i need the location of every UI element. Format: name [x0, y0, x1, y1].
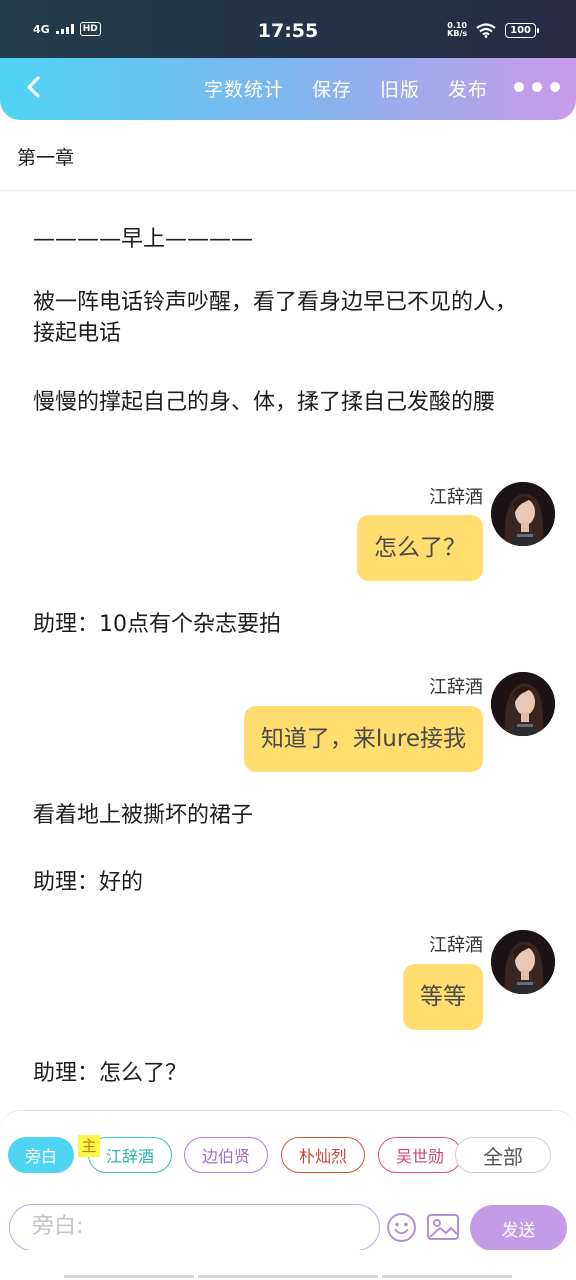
narration-text[interactable]: 看着地上被撕坏的裙子 [33, 800, 533, 831]
role-chip-bian-boxian[interactable]: 边伯贤 [184, 1137, 268, 1173]
net-speed: 0.10 KB/s [447, 22, 467, 38]
dialogue-bubble[interactable]: 知道了，来lure接我 [243, 706, 483, 772]
nav-bar: 字数统计 保存 旧版 发布 [0, 58, 576, 120]
speaker-name: 江辞酒 [429, 935, 483, 956]
dialogue-bubble[interactable]: 怎么了？ [357, 515, 483, 581]
main-role-tag: 主 [78, 1135, 100, 1157]
role-chip-jiang-cijiu[interactable]: 江辞酒 [88, 1137, 172, 1173]
chapter-title[interactable]: 第一章 [17, 143, 74, 170]
role-chip-pu-canlie[interactable]: 朴灿烈 [281, 1137, 365, 1173]
more-icon[interactable] [514, 82, 560, 92]
gesture-line [382, 1275, 512, 1278]
save-button[interactable]: 保存 [312, 75, 352, 102]
dialogue-bubble[interactable]: 等等 [403, 964, 483, 1030]
publish-button[interactable]: 发布 [448, 75, 488, 102]
word-count-button[interactable]: 字数统计 [204, 75, 284, 102]
avatar[interactable] [491, 930, 555, 994]
back-button[interactable] [18, 72, 48, 102]
nav-actions: 字数统计 保存 旧版 发布 [204, 75, 488, 102]
gesture-bar [0, 1250, 576, 1280]
emoji-icon[interactable] [386, 1212, 417, 1243]
speaker-name: 江辞酒 [429, 487, 483, 508]
image-icon[interactable] [426, 1212, 460, 1242]
net-speed-unit: KB/s [447, 29, 468, 38]
narration-text[interactable]: 助理：10点有个杂志要拍 [33, 609, 533, 640]
send-button[interactable]: 发送 [470, 1205, 567, 1251]
gesture-line [198, 1275, 378, 1278]
old-version-button[interactable]: 旧版 [380, 75, 420, 102]
battery-icon: 100 [505, 22, 539, 38]
message-input[interactable]: 旁白: [9, 1204, 380, 1251]
narration-text[interactable]: 助理：好的 [33, 867, 533, 898]
avatar[interactable] [491, 672, 555, 736]
role-chip-wu-shixun[interactable]: 吴世勋 [378, 1137, 462, 1173]
narration-text[interactable]: 慢慢的撑起自己的身、体，揉了揉自己发酸的腰 [33, 387, 533, 418]
composer-panel: 旁白 江辞酒 主 边伯贤 朴灿烈 吴世勋 全部 旁白: 发送 [0, 1110, 576, 1251]
story-content[interactable]: ————早上———— 被一阵电话铃声吵醒，看了看身边早已不见的人，接起电话 慢慢… [0, 190, 576, 1110]
status-bar: 4G HD 17:55 0.10 KB/s 100 [0, 0, 576, 58]
role-chip-all[interactable]: 全部 [455, 1137, 551, 1173]
role-selector: 旁白 江辞酒 主 边伯贤 朴灿烈 吴世勋 全部 [8, 1135, 568, 1173]
status-right: 0.10 KB/s 100 [447, 22, 539, 38]
gesture-line [64, 1275, 194, 1278]
speaker-name: 江辞酒 [429, 677, 483, 698]
narration-text[interactable]: 被一阵电话铃声吵醒，看了看身边早已不见的人，接起电话 [33, 287, 533, 349]
avatar[interactable] [491, 482, 555, 546]
narration-text[interactable]: ————早上———— [33, 224, 533, 255]
narration-text[interactable]: 助理：怎么了？ [33, 1058, 533, 1089]
wifi-icon [476, 22, 496, 38]
chevron-left-icon [27, 76, 40, 98]
role-chip-narrator[interactable]: 旁白 [8, 1137, 74, 1173]
